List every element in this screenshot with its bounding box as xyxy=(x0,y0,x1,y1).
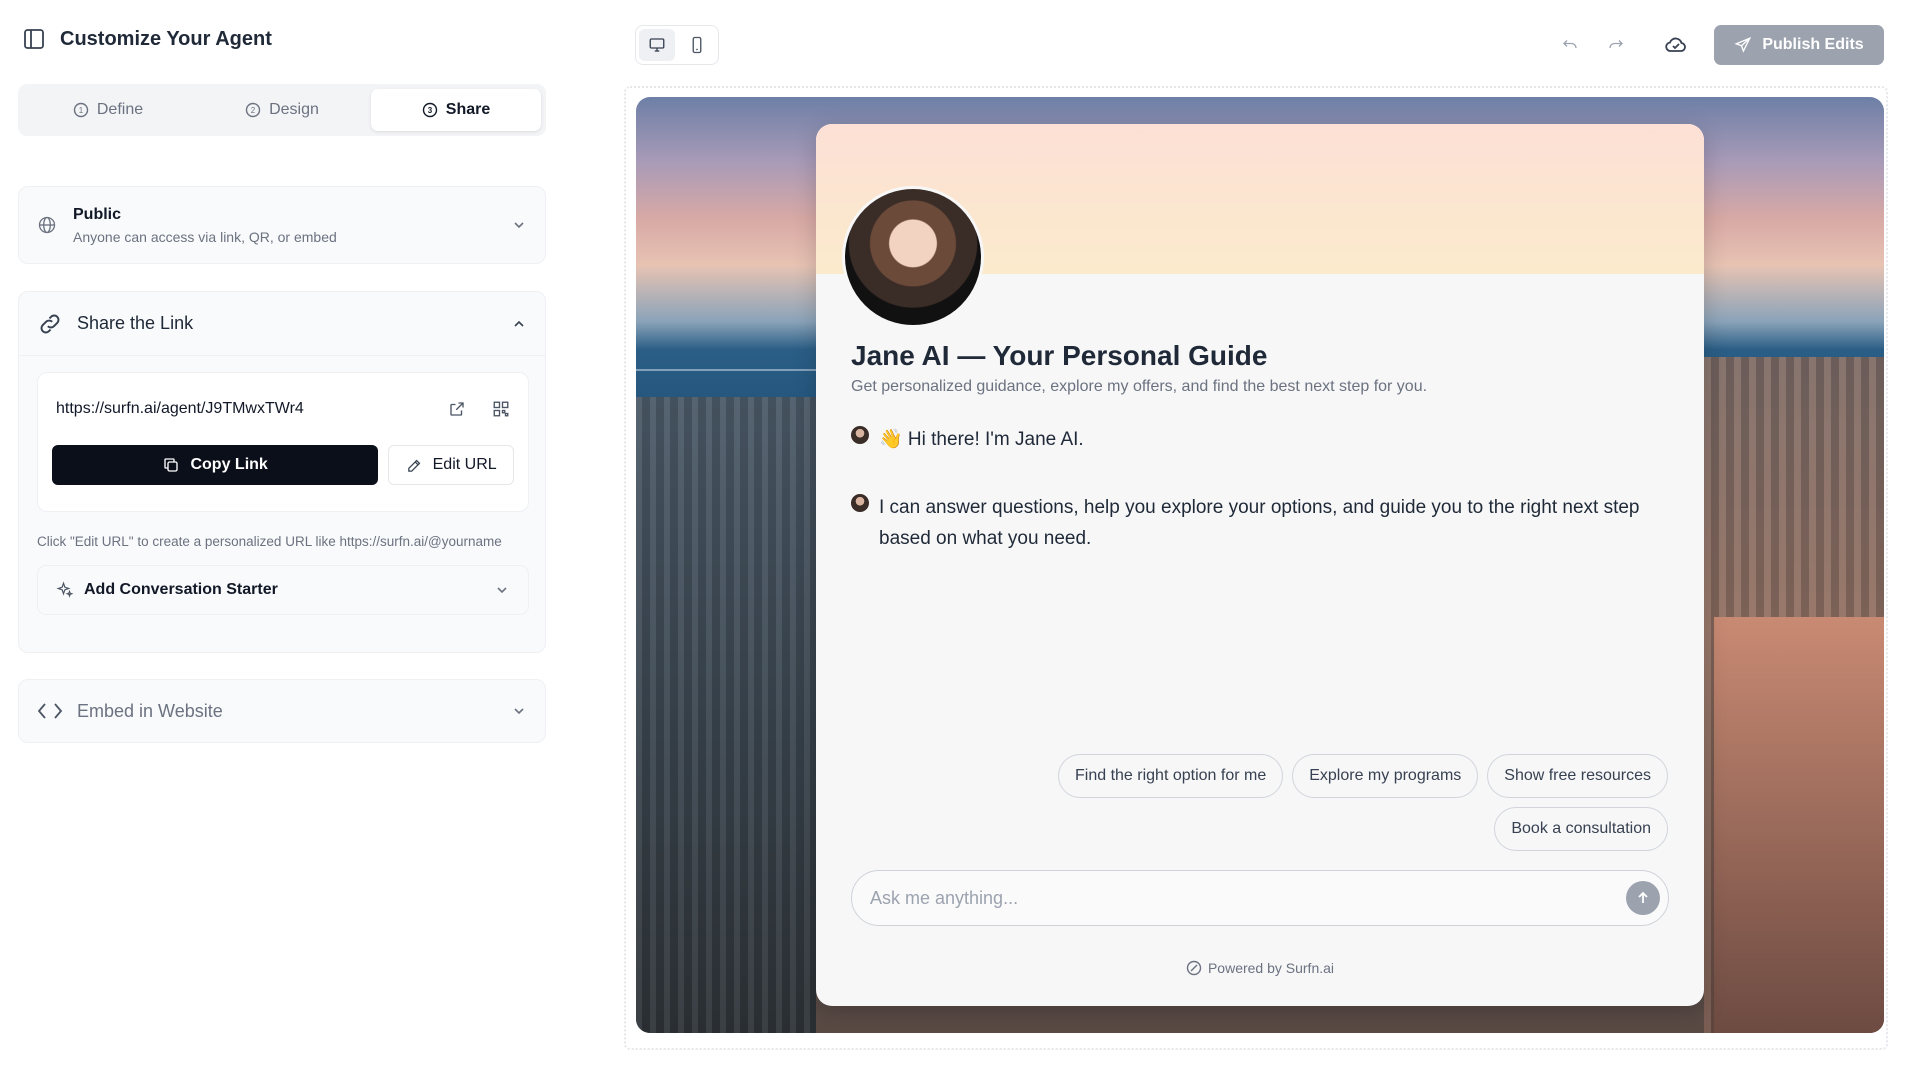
external-link-icon[interactable] xyxy=(448,400,466,418)
publish-label: Publish Edits xyxy=(1762,36,1864,53)
tab-define-label: Define xyxy=(96,101,144,118)
mobile-icon xyxy=(689,36,705,54)
code-icon xyxy=(37,700,63,722)
suggestion-chip[interactable]: Find the right option for me xyxy=(1058,754,1284,798)
chat-input-bar xyxy=(851,870,1669,926)
step-tabs: 1 Define 2 Design 3 Share xyxy=(18,84,546,136)
chevron-up-icon[interactable] xyxy=(511,316,527,332)
starter-label: Add Conversation Starter xyxy=(84,581,278,598)
cloud-check-icon xyxy=(1664,33,1688,57)
agent-title: Jane AI — Your Personal Guide xyxy=(851,340,1268,371)
embed-title: Embed in Website xyxy=(77,700,223,721)
step-3-icon: 3 xyxy=(422,102,438,118)
qr-code-icon[interactable] xyxy=(492,400,510,418)
undo-icon xyxy=(1561,36,1579,54)
chevron-down-icon[interactable] xyxy=(511,703,527,719)
copy-link-label: Copy Link xyxy=(190,456,268,473)
edit-url-hint: Click "Edit URL" to create a personalize… xyxy=(37,534,502,549)
svg-text:3: 3 xyxy=(428,106,433,115)
customize-panel: Customize Your Agent 1 Define 2 Design 3… xyxy=(0,0,560,1080)
share-link-title: Share the Link xyxy=(77,313,194,333)
top-actions: Publish Edits xyxy=(1550,25,1884,65)
access-subtitle: Anyone can access via link, QR, or embed xyxy=(73,228,337,245)
panel-header: Customize Your Agent xyxy=(18,0,542,78)
chat-message: I can answer questions, help you explore… xyxy=(851,492,1659,554)
redo-icon xyxy=(1607,36,1625,54)
sparkle-icon xyxy=(56,581,74,599)
edit-url-button[interactable]: Edit URL xyxy=(388,445,514,485)
suggestion-chip[interactable]: Show free resources xyxy=(1487,754,1668,798)
publish-edits-button[interactable]: Publish Edits xyxy=(1714,25,1884,65)
access-text: Public Anyone can access via link, QR, o… xyxy=(73,206,337,245)
step-1-icon: 1 xyxy=(73,102,89,118)
send-icon xyxy=(1734,36,1752,54)
tab-share[interactable]: 3 Share xyxy=(371,89,541,131)
desktop-icon xyxy=(648,36,666,54)
agent-subtitle: Get personalized guidance, explore my of… xyxy=(851,378,1428,395)
copy-icon xyxy=(162,456,180,474)
avatar xyxy=(851,426,869,444)
save-status-button[interactable] xyxy=(1656,25,1696,65)
mobile-view-button[interactable] xyxy=(679,29,715,61)
tab-share-label: Share xyxy=(445,101,491,118)
redo-button[interactable] xyxy=(1596,25,1636,65)
chat-preview-card: Jane AI — Your Personal Guide Get person… xyxy=(816,124,1704,1006)
compass-icon xyxy=(1186,960,1202,976)
link-actions xyxy=(448,400,510,418)
link-row: https://surfn.ai/agent/J9TMwxTWr4 xyxy=(38,373,528,445)
agent-avatar xyxy=(842,186,984,328)
powered-by: Powered by Surfn.ai xyxy=(816,960,1704,976)
send-message-button[interactable] xyxy=(1626,881,1660,915)
embed-section[interactable]: Embed in Website xyxy=(18,679,546,743)
share-link-header[interactable]: Share the Link xyxy=(19,292,545,356)
message-text: I can answer questions, help you explore… xyxy=(879,497,1640,549)
access-setting[interactable]: Public Anyone can access via link, QR, o… xyxy=(18,186,546,264)
tab-design[interactable]: 2 Design xyxy=(197,89,367,131)
link-buttons: Copy Link Edit URL xyxy=(38,445,528,485)
access-title: Public xyxy=(73,205,122,223)
edit-url-label: Edit URL xyxy=(432,456,497,473)
powered-by-label: Powered by Surfn.ai xyxy=(1207,960,1335,976)
share-link-section: Share the Link https://surfn.ai/agent/J9… xyxy=(18,291,546,653)
globe-icon xyxy=(37,215,57,235)
tower-right-front xyxy=(1714,617,1884,1033)
arrow-up-icon xyxy=(1635,890,1651,906)
tab-design-label: Design xyxy=(269,101,319,118)
sidebar-toggle-icon[interactable] xyxy=(22,27,46,51)
chevron-down-icon[interactable] xyxy=(511,217,527,233)
pencil-icon xyxy=(406,457,423,474)
suggestion-chip[interactable]: Book a consultation xyxy=(1494,807,1668,851)
agent-url[interactable]: https://surfn.ai/agent/J9TMwxTWr4 xyxy=(56,400,304,418)
copy-link-button[interactable]: Copy Link xyxy=(52,445,379,485)
page-title: Customize Your Agent xyxy=(60,27,272,50)
desktop-view-button[interactable] xyxy=(639,29,675,61)
city-left xyxy=(636,397,816,1033)
link-icon xyxy=(37,311,63,337)
chat-message: 👋 Hi there! I'm Jane AI. xyxy=(851,424,1659,455)
svg-text:1: 1 xyxy=(79,106,84,115)
avatar xyxy=(851,494,869,512)
svg-text:2: 2 xyxy=(251,106,256,115)
undo-button[interactable] xyxy=(1550,25,1590,65)
link-box: https://surfn.ai/agent/J9TMwxTWr4 Copy L… xyxy=(37,372,529,512)
step-2-icon: 2 xyxy=(245,102,261,118)
device-toggle xyxy=(635,25,719,65)
suggestion-chip[interactable]: Explore my programs xyxy=(1292,754,1479,798)
chat-input[interactable] xyxy=(870,887,1626,909)
tab-define[interactable]: 1 Define xyxy=(23,89,193,131)
chevron-down-icon[interactable] xyxy=(494,582,510,598)
message-text: 👋 Hi there! I'm Jane AI. xyxy=(879,429,1084,450)
suggestion-chips: Find the right option for me Explore my … xyxy=(1028,754,1668,851)
add-conversation-starter[interactable]: Add Conversation Starter xyxy=(37,565,529,615)
